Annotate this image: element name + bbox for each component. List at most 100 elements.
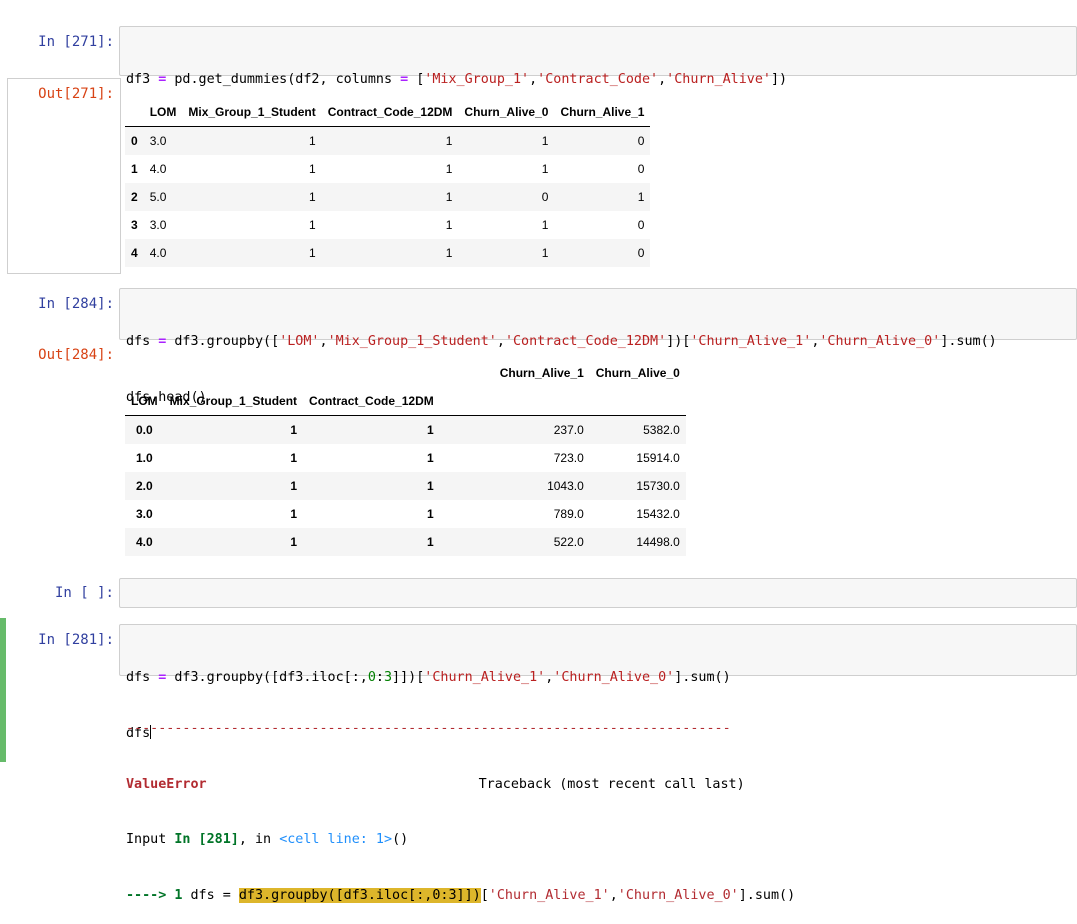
cell-271-out-prompt: Out[271]:	[38, 86, 114, 102]
table-cell: 1	[309, 190, 316, 204]
table-cell: 522.0	[553, 535, 584, 549]
table-row: 1.0 1 1 723.0 15914.0	[125, 444, 686, 472]
row-index: 1	[290, 451, 298, 465]
table-cell: 1	[309, 134, 316, 148]
table-cell: 0	[637, 218, 645, 232]
table-row: 2.0 1 1 1043.0 15730.0	[125, 472, 686, 500]
cell-271-input[interactable]: df3 = pd.get_dummies(df2, columns = ['Mi…	[119, 26, 1077, 143]
index-name: Mix_Group_1_Student	[169, 394, 298, 408]
table-row: 0 3.0 1 1 1 0	[125, 126, 651, 155]
table-cell: 3.0	[149, 218, 167, 232]
table-cell: 1	[541, 246, 549, 260]
column-header: Contract_Code_12DM	[327, 105, 453, 119]
error-location: Input In [281], in <cell line: 1>()	[126, 832, 409, 847]
error-divider: ----------------------------------------…	[126, 721, 731, 736]
row-index: 2	[131, 190, 138, 204]
row-index: 1	[290, 479, 298, 493]
column-header	[590, 387, 686, 416]
table-cell: 15914.0	[636, 451, 680, 465]
table-cell: 1	[541, 134, 549, 148]
cell-281-input[interactable]: dfs = df3.groupby([df3.iloc[:,0:3]])['Ch…	[119, 624, 1077, 741]
column-header: Mix_Group_1_Student	[188, 105, 316, 119]
row-index: 2.0	[135, 479, 153, 493]
cell-271-output-area	[7, 78, 121, 274]
table-cell: 15730.0	[636, 479, 680, 493]
index-name: Contract_Code_12DM	[309, 394, 434, 408]
row-index: 1	[427, 479, 434, 493]
table-cell: 1	[541, 218, 549, 232]
row-index: 1	[290, 423, 298, 437]
row-index: 1	[427, 423, 434, 437]
table-cell: 4.0	[149, 246, 167, 260]
column-header: Churn_Alive_0	[595, 366, 680, 380]
table-cell: 0	[541, 190, 549, 204]
dataframe-table-271: LOM Mix_Group_1_Student Contract_Code_12…	[125, 98, 651, 267]
table-row: 3.0 1 1 789.0 15432.0	[125, 500, 686, 528]
table-cell: 14498.0	[636, 535, 680, 549]
table-cell: 723.0	[553, 451, 584, 465]
index-name: LOM	[131, 394, 158, 408]
row-index: 3	[131, 218, 138, 232]
column-header: Churn_Alive_0	[464, 105, 549, 119]
selected-cell-indicator	[0, 618, 6, 762]
error-code-line: ----> 1 dfs = df3.groupby([df3.iloc[:,0:…	[126, 887, 796, 903]
column-header: Churn_Alive_1	[560, 105, 645, 119]
table-cell: 237.0	[553, 423, 584, 437]
table-cell: 5382.0	[643, 423, 680, 437]
row-index: 1	[427, 451, 434, 465]
cell-284-out-prompt: Out[284]:	[38, 347, 114, 363]
row-index: 0	[131, 134, 138, 148]
table-cell: 0	[637, 134, 645, 148]
row-index: 4.0	[135, 535, 153, 549]
table-cell: 0	[637, 246, 645, 260]
table-cell: 0	[637, 162, 645, 176]
table-row: 3 3.0 1 1 1 0	[125, 211, 650, 239]
column-header	[125, 98, 144, 127]
row-index: 3.0	[135, 507, 153, 521]
row-index: 1.0	[135, 451, 153, 465]
table-cell: 789.0	[553, 507, 584, 521]
table-cell: 1	[445, 246, 453, 260]
code-line: dfs = df3.groupby(['LOM','Mix_Group_1_St…	[126, 334, 997, 349]
table-row: 4 4.0 1 1 1 0	[125, 239, 651, 267]
table-cell: 4.0	[149, 162, 167, 176]
error-output: ----------------------------------------…	[126, 683, 795, 924]
table-row: 1 4.0 1 1 1 0	[125, 155, 650, 183]
row-index: 1	[427, 535, 434, 549]
cell-284-input[interactable]: dfs = df3.groupby(['LOM','Mix_Group_1_St…	[119, 288, 1077, 405]
code-line: df3 = pd.get_dummies(df2, columns = ['Mi…	[126, 72, 788, 87]
table-cell: 1	[309, 218, 316, 232]
row-index: 0.0	[135, 423, 153, 437]
table-row: 4.0 1 1 522.0 14498.0	[125, 528, 686, 556]
table-cell: 1	[309, 246, 316, 260]
row-index: 1	[131, 162, 138, 176]
column-header	[303, 359, 440, 387]
row-index: 1	[290, 535, 298, 549]
table-cell: 1	[445, 190, 453, 204]
table-cell: 1043.0	[547, 479, 584, 493]
table-cell: 1	[541, 162, 549, 176]
error-header: ValueError Traceback (most recent call la…	[126, 776, 745, 792]
table-cell: 3.0	[149, 134, 167, 148]
cell-284-prompt: In [284]:	[38, 296, 114, 312]
cell-281-prompt: In [281]:	[38, 632, 114, 648]
table-cell: 5.0	[149, 190, 167, 204]
cell-271-prompt: In [271]:	[38, 34, 114, 50]
table-cell: 1	[309, 162, 316, 176]
table-row: 0.0 1 1 237.0 5382.0	[125, 415, 686, 444]
empty-cell-input[interactable]	[119, 578, 1077, 608]
table-cell: 15432.0	[636, 507, 680, 521]
row-index: 1	[290, 507, 298, 521]
row-index: 4	[131, 246, 138, 260]
table-cell: 1	[445, 134, 453, 148]
column-header: Churn_Alive_1	[499, 366, 584, 380]
groupby-table-284: Churn_Alive_1 Churn_Alive_0 LOM Mix_Grou…	[125, 359, 686, 556]
column-header	[440, 387, 590, 416]
column-header: LOM	[149, 105, 177, 119]
column-header	[125, 359, 164, 387]
table-cell: 1	[637, 190, 645, 204]
table-cell: 1	[445, 162, 453, 176]
column-header	[164, 359, 303, 387]
table-row: 2 5.0 1 1 0 1	[125, 183, 651, 211]
table-cell: 1	[445, 218, 453, 232]
